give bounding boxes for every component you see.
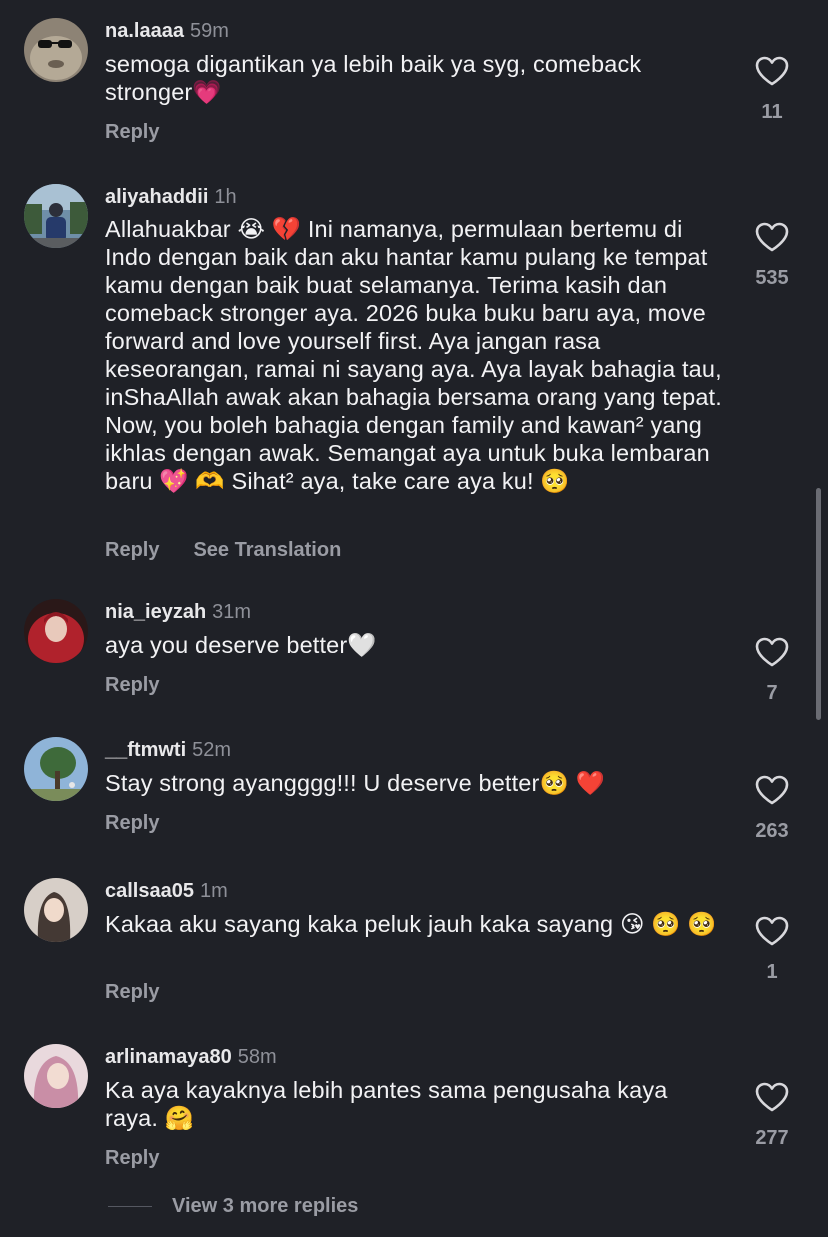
comment-header: nia_ieyzah 31m [105, 600, 251, 624]
reply-button[interactable]: Reply [105, 121, 159, 143]
comment-text: Stay strong ayangggg!!! U deserve better… [105, 770, 605, 796]
comment-text: Allahuakbar 😭 💔 Ini namanya, permulaan b… [105, 216, 722, 494]
like-control: 263 [742, 775, 802, 843]
heart-outline-icon[interactable] [755, 637, 789, 667]
avatar-image [24, 878, 88, 942]
like-control: 11 [742, 56, 802, 124]
like-count: 11 [761, 101, 783, 123]
comment-text: semoga digantikan ya lebih baik ya syg, … [105, 51, 642, 105]
username[interactable]: callsaa05 [105, 880, 194, 902]
avatar-image [24, 599, 88, 663]
timestamp: 1h [214, 186, 237, 208]
like-count: 7 [766, 682, 778, 704]
username[interactable]: __ftmwti [105, 739, 186, 761]
avatar-image [24, 737, 88, 801]
avatar[interactable] [24, 599, 88, 663]
divider [108, 1206, 152, 1208]
comment-actions: Reply [105, 673, 159, 697]
comment-header: arlinamaya80 58m [105, 1045, 277, 1069]
comment-header: __ftmwti 52m [105, 738, 231, 762]
comment-actions: Reply [105, 1146, 159, 1170]
like-control: 535 [742, 222, 802, 290]
avatar-image [24, 1044, 88, 1108]
comment-text: Ka aya kayaknya lebih pantes sama pengus… [105, 1077, 668, 1131]
comment-actions: Reply [105, 120, 159, 144]
username[interactable]: nia_ieyzah [105, 601, 206, 623]
like-count: 535 [755, 267, 789, 289]
like-count: 277 [755, 1127, 789, 1149]
heart-outline-icon[interactable] [755, 1082, 789, 1112]
avatar[interactable] [24, 18, 88, 82]
avatar[interactable] [24, 737, 88, 801]
reply-button[interactable]: Reply [105, 981, 159, 1003]
like-control: 277 [742, 1082, 802, 1150]
heart-outline-icon[interactable] [755, 56, 789, 86]
heart-outline-icon[interactable] [755, 916, 789, 946]
comment-actions: Reply [105, 980, 159, 1004]
username[interactable]: na.laaaa [105, 20, 184, 42]
timestamp: 52m [192, 739, 232, 761]
see-translation-button[interactable]: See Translation [193, 539, 341, 561]
avatar-image [24, 18, 88, 82]
comment-header: na.laaaa 59m [105, 19, 229, 43]
timestamp: 31m [212, 601, 252, 623]
like-count: 263 [755, 820, 789, 842]
timestamp: 59m [189, 20, 229, 42]
comment-actions: Reply See Translation [105, 538, 341, 562]
avatar[interactable] [24, 184, 88, 248]
comment-header: callsaa05 1m [105, 879, 228, 903]
avatar[interactable] [24, 1044, 88, 1108]
view-more-replies-button[interactable]: View 3 more replies [108, 1194, 358, 1218]
comment-text: aya you deserve better🤍 [105, 632, 377, 658]
like-control: 1 [742, 916, 802, 984]
reply-button[interactable]: Reply [105, 812, 159, 834]
timestamp: 58m [237, 1046, 277, 1068]
username[interactable]: aliyahaddii [105, 186, 208, 208]
username[interactable]: arlinamaya80 [105, 1046, 232, 1068]
like-count: 1 [766, 961, 778, 983]
scrollbar[interactable] [816, 488, 821, 720]
timestamp: 1m [199, 880, 228, 902]
comment-text: Kakaa aku sayang kaka peluk jauh kaka sa… [105, 911, 717, 937]
avatar[interactable] [24, 878, 88, 942]
view-more-replies-label: View 3 more replies [172, 1195, 359, 1217]
reply-button[interactable]: Reply [105, 674, 159, 696]
comment-header: aliyahaddii 1h [105, 185, 237, 209]
reply-button[interactable]: Reply [105, 1147, 159, 1169]
heart-outline-icon[interactable] [755, 222, 789, 252]
avatar-image [24, 184, 88, 248]
comment-actions: Reply [105, 811, 159, 835]
heart-outline-icon[interactable] [755, 775, 789, 805]
reply-button[interactable]: Reply [105, 539, 159, 561]
like-control: 7 [742, 637, 802, 705]
